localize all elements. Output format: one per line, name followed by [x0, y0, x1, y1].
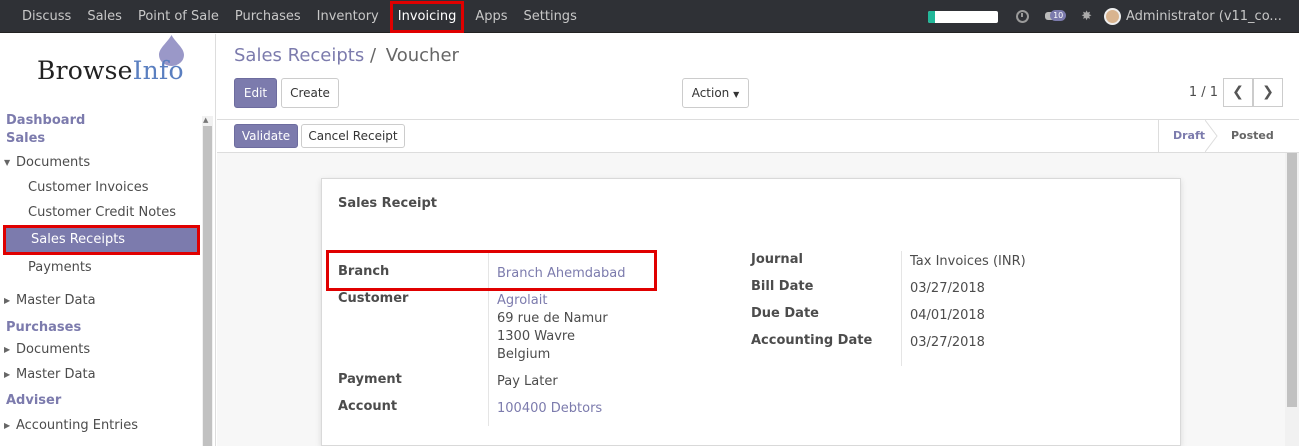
form-scrollbar[interactable] [1285, 153, 1299, 446]
validate-button[interactable]: Validate [234, 124, 298, 148]
sidebar: BrowseInfo ▲ Dashboard Sales ▼ Documents … [0, 34, 216, 446]
user-menu[interactable]: Administrator (v11_co... [1126, 9, 1299, 24]
create-button[interactable]: Create [281, 78, 339, 108]
control-panel: Sales Receipts / Voucher Edit Create Act… [217, 34, 1299, 119]
sidebar-item-purchases-documents[interactable]: ▶ Documents [0, 337, 203, 362]
scrollbar-thumb[interactable] [203, 126, 212, 446]
caret-down-icon: ▼ [733, 90, 740, 99]
sidebar-item-purchases-master-data[interactable]: ▶ Master Data [0, 362, 203, 387]
app-menu: Discuss Sales Point of Sale Purchases In… [14, 0, 585, 33]
progress-fill [928, 10, 936, 23]
breadcrumb-sales-receipts[interactable]: Sales Receipts [234, 45, 364, 66]
customer-address-street: 69 rue de Namur [497, 311, 608, 326]
sidebar-nav: Dashboard Sales ▼ Documents Customer Invo… [0, 112, 203, 438]
form-view: Sales Receipt Branch Branch Ahemdabad Cu… [217, 153, 1299, 446]
sidebar-section-adviser[interactable]: Adviser [0, 392, 203, 410]
progress-bar[interactable] [928, 10, 999, 23]
company-logo: BrowseInfo [0, 34, 216, 112]
account-label: Account [338, 399, 398, 414]
caret-right-icon: ▶ [4, 345, 11, 354]
pager-value[interactable]: 1 / 1 [1189, 85, 1218, 100]
cancel-receipt-button[interactable]: Cancel Receipt [301, 124, 405, 148]
menu-inventory[interactable]: Inventory [309, 0, 387, 33]
menu-settings[interactable]: Settings [516, 0, 585, 33]
menu-sales[interactable]: Sales [79, 0, 130, 33]
customer-address-city: 1300 Wavre [497, 329, 575, 344]
breadcrumb-current: Voucher [385, 45, 459, 66]
due-date-label: Due Date [751, 306, 819, 321]
logo-wordmark: BrowseInfo [37, 56, 184, 85]
customer-field[interactable]: Agrolait [497, 292, 547, 310]
breadcrumb-separator: / [369, 45, 377, 66]
account-field[interactable]: 100400 Debtors [497, 400, 602, 418]
form-statusbar: Validate Cancel Receipt Draft Posted [217, 119, 1299, 153]
customer-label: Customer [338, 291, 409, 306]
caret-right-icon: ▶ [4, 421, 11, 430]
scrollbar-thumb[interactable] [1287, 153, 1297, 407]
menu-discuss[interactable]: Discuss [14, 0, 79, 33]
branch-highlight [326, 250, 657, 291]
caret-down-icon: ▼ [4, 158, 11, 167]
systray: 10 ✸ Administrator (v11_co... [928, 0, 1299, 33]
pager-next-button[interactable]: ❯ [1253, 78, 1283, 107]
menu-purchases[interactable]: Purchases [227, 0, 309, 33]
stage-posted[interactable]: Posted [1231, 120, 1274, 152]
sidebar-item-customer-credit-notes[interactable]: Customer Credit Notes [0, 200, 203, 225]
accounting-date-field[interactable]: 03/27/2018 [910, 334, 985, 352]
chat-icon[interactable]: 10 [1045, 9, 1067, 24]
pager-previous-button[interactable]: ❮ [1223, 78, 1253, 107]
avatar[interactable] [1104, 8, 1121, 25]
sidebar-item-accounting-entries[interactable]: ▶ Accounting Entries [0, 413, 203, 438]
stage-draft[interactable]: Draft [1173, 120, 1205, 152]
caret-right-icon: ▶ [4, 370, 11, 379]
sidebar-section-purchases[interactable]: Purchases [0, 319, 203, 337]
field-divider [901, 251, 902, 366]
menu-invoicing[interactable]: Invoicing [389, 0, 465, 33]
bill-date-label: Bill Date [751, 279, 814, 294]
sidebar-item-sales-receipts[interactable]: Sales Receipts [3, 225, 200, 255]
sidebar-item-master-data[interactable]: ▶ Master Data [0, 288, 203, 313]
bug-icon[interactable]: ✸ [1081, 9, 1092, 24]
sidebar-item-dashboard[interactable]: Dashboard [0, 112, 203, 130]
form-sheet: Sales Receipt Branch Branch Ahemdabad Cu… [321, 178, 1181, 446]
journal-field[interactable]: Tax Invoices (INR) [910, 253, 1026, 271]
caret-right-icon: ▶ [4, 296, 11, 305]
sidebar-item-customer-invoices[interactable]: Customer Invoices [0, 175, 203, 200]
bill-date-field[interactable]: 03/27/2018 [910, 280, 985, 298]
menu-point-of-sale[interactable]: Point of Sale [130, 0, 227, 33]
sidebar-section-sales[interactable]: Sales [0, 130, 203, 148]
action-dropdown[interactable]: Action ▼ [682, 78, 749, 108]
sidebar-item-payments[interactable]: Payments [0, 255, 203, 280]
menu-apps[interactable]: Apps [467, 0, 515, 33]
chat-count-badge: 10 [1050, 9, 1067, 21]
scroll-up-icon[interactable]: ▲ [203, 116, 208, 124]
edit-button[interactable]: Edit [234, 78, 277, 108]
form-title: Sales Receipt [338, 196, 437, 211]
breadcrumb: Sales Receipts / Voucher [234, 45, 459, 66]
clock-icon[interactable] [1016, 10, 1030, 23]
sidebar-item-documents[interactable]: ▼ Documents [0, 150, 203, 175]
customer-address-country: Belgium [497, 347, 551, 362]
sidebar-scrollbar[interactable]: ▲ [202, 116, 213, 446]
accounting-date-label: Accounting Date [751, 333, 873, 348]
due-date-field[interactable]: 04/01/2018 [910, 307, 985, 325]
stage-divider [1158, 120, 1159, 152]
journal-label: Journal [751, 252, 803, 267]
payment-field[interactable]: Pay Later [497, 373, 558, 391]
stage-arrow-icon [1205, 120, 1218, 152]
payment-label: Payment [338, 372, 402, 387]
top-navbar: Discuss Sales Point of Sale Purchases In… [0, 0, 1299, 33]
